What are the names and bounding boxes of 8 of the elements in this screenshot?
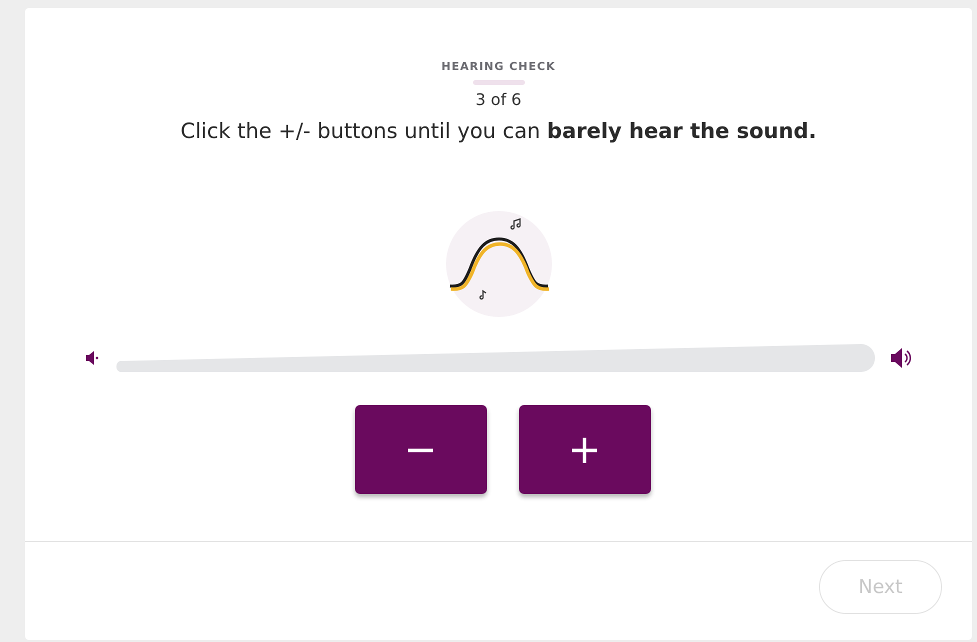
speaker-loud-icon: [890, 346, 914, 370]
section-title: HEARING CHECK: [441, 60, 556, 73]
sound-wave-icon: [446, 211, 552, 317]
volume-down-button[interactable]: −: [354, 405, 486, 494]
instruction-text: Click the +/- buttons until you can barely hear the sound.: [180, 119, 816, 143]
step-counter: 3 of 6: [476, 90, 522, 109]
volume-up-button[interactable]: +: [518, 405, 650, 494]
speaker-low-icon: [85, 349, 99, 367]
